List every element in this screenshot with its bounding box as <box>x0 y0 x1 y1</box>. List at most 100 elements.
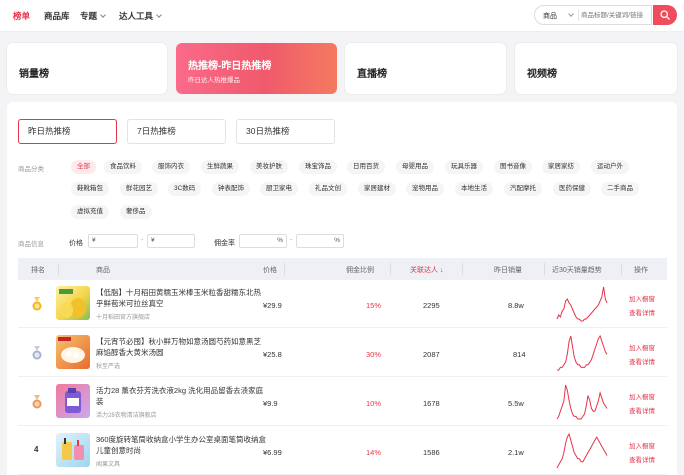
column-divider <box>390 263 391 275</box>
rank-card-subtitle: 昨日达人热推爆品 <box>188 77 240 84</box>
view-details-link[interactable]: 查看详情 <box>629 307 655 317</box>
category-chip[interactable]: 日用百货 <box>347 160 385 174</box>
nav-talent-tools-label: 达人工具 <box>119 11 154 21</box>
rank-card-title: 销量榜 <box>19 69 49 80</box>
tab-7-days[interactable]: 7日热推榜 <box>127 119 226 144</box>
sales-trend-sparkline <box>556 384 608 420</box>
column-divider <box>544 263 545 275</box>
search-type-select[interactable]: 商品 <box>543 11 557 21</box>
th-commission[interactable]: 佣金比例 <box>346 265 374 275</box>
shop-name: 闻果文具 <box>96 462 121 468</box>
product-info-label: 商品信息 <box>18 241 44 248</box>
column-divider <box>621 263 622 275</box>
rank-card-sales[interactable]: 销量榜 <box>7 43 167 94</box>
chevron-down-icon <box>568 11 574 17</box>
rank-number: 4 <box>34 445 39 454</box>
category-chip[interactable]: 食品饮料 <box>104 160 142 174</box>
category-chip[interactable]: 奢侈品 <box>120 205 152 219</box>
chevron-down-icon <box>156 12 162 18</box>
chevron-down-icon <box>100 12 106 18</box>
category-chip[interactable]: 家居家纺 <box>542 160 580 174</box>
nav-talent-tools[interactable]: 达人工具 <box>119 10 162 22</box>
category-chip[interactable]: 鞋靴箱包 <box>71 182 109 196</box>
price-cell: ¥9.9 <box>263 399 278 408</box>
product-image[interactable] <box>56 335 90 369</box>
add-to-showcase-link[interactable]: 加入橱窗 <box>629 342 655 352</box>
commission-max-input[interactable]: % <box>296 234 344 248</box>
category-chip[interactable]: 虚拟充值 <box>71 205 109 219</box>
product-image[interactable] <box>56 433 90 467</box>
add-to-showcase-link[interactable]: 加入橱窗 <box>629 391 655 401</box>
sparkline-line <box>557 334 608 371</box>
category-chip[interactable]: 服饰内衣 <box>152 160 190 174</box>
category-chip[interactable]: 汽配摩托 <box>504 182 542 196</box>
column-divider <box>284 263 285 275</box>
category-chip[interactable]: 宠物用品 <box>406 182 444 196</box>
view-details-link[interactable]: 查看详情 <box>629 405 655 415</box>
th-sales[interactable]: 昨日销量 <box>494 265 522 275</box>
price-min-input[interactable]: ¥ <box>88 234 138 248</box>
tab-30-days[interactable]: 30日热推榜 <box>236 119 335 144</box>
talents-cell: 2087 <box>423 350 440 359</box>
view-details-link[interactable]: 查看详情 <box>629 356 655 366</box>
bronze-medal-icon <box>32 395 42 409</box>
table-header: 排名 商品 价格 佣金比例 关联达人 ↓ 昨日销量 近30天销量趋势 操作 <box>18 258 667 280</box>
rank-card-title: 直播榜 <box>357 69 387 80</box>
th-price[interactable]: 价格 <box>263 265 277 275</box>
shop-name: 秋至严选 <box>96 364 121 370</box>
search-input[interactable] <box>581 9 651 22</box>
product-image[interactable] <box>56 286 90 320</box>
category-chip[interactable]: 母婴用品 <box>396 160 434 174</box>
rank-card-hot-push[interactable]: 热推榜-昨日热推榜 昨日达人热推爆品 <box>176 43 337 94</box>
rank-card-live[interactable]: 直播榜 <box>345 43 506 94</box>
nav-topics-label: 专题 <box>80 11 98 21</box>
view-details-link[interactable]: 查看详情 <box>629 454 655 464</box>
product-name[interactable]: 【低脂】十月稻田黄糯玉米棒玉米粒香甜糯东北热乎鲜苞米可拉丝真空 <box>96 287 266 309</box>
price-cell: ¥6.99 <box>263 448 282 457</box>
tab-yesterday[interactable]: 昨日热推榜 <box>18 119 117 144</box>
sales-cell: 2.1w <box>508 448 524 457</box>
sales-trend-sparkline <box>556 286 608 322</box>
product-image[interactable] <box>56 384 90 418</box>
nav-product-library[interactable]: 商品库 <box>44 10 70 22</box>
category-chip[interactable]: 家居建材 <box>358 182 396 196</box>
nav-ranking[interactable]: 榜单 <box>13 10 30 22</box>
sort-down-icon: ↓ <box>439 267 444 274</box>
product-name[interactable]: 活力28 薰衣芬芳洗衣液2kg 洗化用品留香去渍家庭装 <box>96 385 266 407</box>
category-chip[interactable]: 医药保健 <box>553 182 591 196</box>
category-chip[interactable]: 美妆护肤 <box>250 160 288 174</box>
category-chip[interactable]: 全部 <box>71 160 96 174</box>
sales-cell: 5.5w <box>508 399 524 408</box>
price-label: 价格 <box>69 240 83 247</box>
th-talents[interactable]: 关联达人 ↓ <box>410 265 443 275</box>
category-chip[interactable]: 运动户外 <box>591 160 629 174</box>
product-name[interactable]: 360度旋转笔筒收纳盒小学生办公室桌面笔筒收纳盒儿童创意时尚 <box>96 434 266 456</box>
add-to-showcase-link[interactable]: 加入橱窗 <box>629 293 655 303</box>
category-chip[interactable]: 厨卫家电 <box>260 182 298 196</box>
shop-name: 活力28衣物清洁旗舰店 <box>96 413 157 419</box>
category-chip[interactable]: 本地生活 <box>455 182 493 196</box>
currency-prefix: ¥ <box>92 237 96 244</box>
search-icon <box>660 10 670 20</box>
category-chip[interactable]: 3C数码 <box>168 182 202 196</box>
category-chip[interactable]: 珠宝饰品 <box>299 160 337 174</box>
nav-topics[interactable]: 专题 <box>80 10 106 22</box>
rank-card-video[interactable]: 视频榜 <box>515 43 677 94</box>
category-chip[interactable]: 图书音像 <box>494 160 532 174</box>
product-name[interactable]: 【元宵节必囤】秋小鲜万物如意汤圆芍药如意黑芝麻馅醇香大黄米汤圆 <box>96 336 266 358</box>
add-to-showcase-link[interactable]: 加入橱窗 <box>629 440 655 450</box>
commission-min-input[interactable]: % <box>239 234 287 248</box>
category-chip[interactable]: 礼品文创 <box>309 182 347 196</box>
price-max-input[interactable]: ¥ <box>147 234 195 248</box>
table-row: 活力28 薰衣芬芳洗衣液2kg 洗化用品留香去渍家庭装 活力28衣物清洁旗舰店 … <box>18 378 667 426</box>
th-rank: 排名 <box>31 267 45 274</box>
sparkline-line <box>556 384 608 420</box>
category-chip[interactable]: 钟表配饰 <box>212 182 250 196</box>
search-button[interactable] <box>653 5 677 25</box>
category-chip[interactable]: 二手商品 <box>601 182 639 196</box>
category-chip[interactable]: 鲜花园艺 <box>120 182 158 196</box>
range-dash: - <box>290 237 293 244</box>
category-chip[interactable]: 玩具乐器 <box>445 160 483 174</box>
column-divider <box>462 263 463 275</box>
category-chip[interactable]: 生鲜蔬果 <box>201 160 239 174</box>
